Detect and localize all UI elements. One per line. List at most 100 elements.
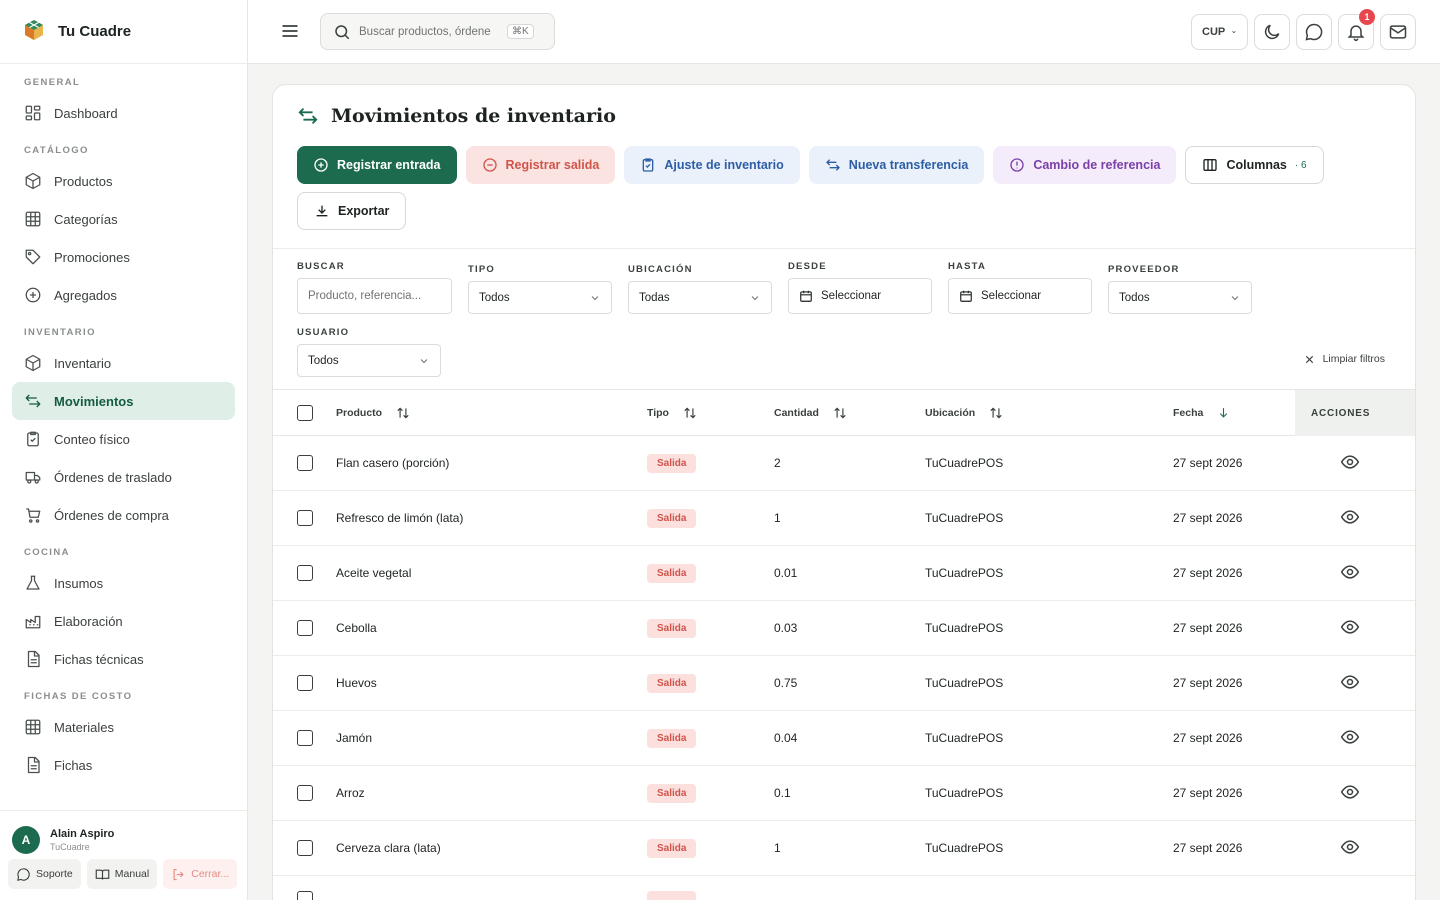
sidebar-item-ordenes-de-compra[interactable]: Órdenes de compra	[12, 496, 235, 534]
user-filter-select[interactable]: Todos	[297, 344, 441, 377]
brand[interactable]: Tu Cuadre	[0, 0, 247, 64]
chat-button[interactable]	[1296, 14, 1332, 50]
sidebar-item-inventario[interactable]: Inventario	[12, 344, 235, 382]
quantity-value: 0.1	[774, 786, 791, 800]
sidebar-item-agregados[interactable]: Agregados	[12, 276, 235, 314]
sidebar-item-label: Categorías	[54, 211, 118, 227]
product-column-header[interactable]: Producto	[336, 406, 410, 420]
sidebar-item-elaboracion[interactable]: Elaboración	[12, 602, 235, 640]
row-checkbox[interactable]	[297, 620, 313, 636]
menu-icon[interactable]	[280, 21, 300, 44]
new-transfer-label: Nueva transferencia	[848, 158, 969, 172]
sort-icon	[990, 407, 1002, 418]
quantity-column-header[interactable]: Cantidad	[774, 406, 847, 420]
sidebar-item-categorias[interactable]: Categorías	[12, 200, 235, 238]
export-button[interactable]: Exportar	[297, 192, 407, 230]
sidebar-item-ordenes-de-traslado[interactable]: Órdenes de traslado	[12, 458, 235, 496]
nav-section-fichas-de-costo: FICHAS DE COSTO	[24, 691, 133, 702]
register-entry-button[interactable]: Registrar entrada	[297, 146, 457, 184]
manual-label: Manual	[114, 868, 150, 880]
search-filter-placeholder: Producto, referencia...	[308, 290, 422, 302]
box-icon	[25, 172, 41, 190]
new-transfer-button[interactable]: Nueva transferencia	[808, 146, 985, 184]
columns-button[interactable]: Columnas · 6	[1185, 146, 1324, 184]
view-button[interactable]	[1340, 782, 1360, 805]
view-button[interactable]	[1340, 507, 1360, 530]
topbar: Buscar productos, órdene ⌘K CUP 1	[248, 0, 1440, 64]
row-checkbox[interactable]	[297, 455, 313, 471]
sidebar-item-label: Órdenes de traslado	[54, 469, 172, 485]
reference-change-button[interactable]: Cambio de referencia	[993, 146, 1177, 184]
table-row[interactable]: Jamón Salida 0.04 TuCuadrePOS 27 sept 20…	[273, 711, 1415, 766]
location-value: TuCuadrePOS	[925, 841, 1004, 855]
cart-icon	[26, 508, 41, 523]
global-search-input[interactable]: Buscar productos, órdene ⌘K	[320, 13, 555, 50]
row-checkbox[interactable]	[297, 891, 313, 900]
row-checkbox[interactable]	[297, 840, 313, 856]
table-row[interactable]: Refresco de limón (lata) Salida 1 TuCuad…	[273, 491, 1415, 546]
table-row[interactable]: Aceite vegetal Salida 0.01 TuCuadrePOS 2…	[273, 546, 1415, 601]
select-all-checkbox[interactable]	[297, 404, 313, 421]
row-checkbox[interactable]	[297, 565, 313, 581]
search-filter-input[interactable]: Producto, referencia...	[297, 278, 452, 314]
sidebar-item-productos[interactable]: Productos	[12, 162, 235, 200]
to-date-picker[interactable]: Seleccionar	[948, 278, 1092, 314]
messages-button[interactable]	[1380, 14, 1416, 50]
eye-icon	[1340, 454, 1360, 469]
table-row[interactable]: Cebolla Salida 0.03 TuCuadrePOS 27 sept …	[273, 601, 1415, 656]
row-checkbox[interactable]	[297, 730, 313, 746]
sidebar-item-dashboard[interactable]: Dashboard	[12, 94, 235, 132]
type-column-header[interactable]: Tipo	[647, 406, 697, 420]
table-row[interactable]: Arroz Salida 0.1 TuCuadrePOS 27 sept 202…	[273, 766, 1415, 821]
location-column-header[interactable]: Ubicación	[925, 406, 1003, 420]
sidebar-item-conteo-fisico[interactable]: Conteo físico	[12, 420, 235, 458]
location-value: TuCuadrePOS	[925, 621, 1004, 635]
sidebar-item-fichas[interactable]: Fichas	[12, 746, 235, 784]
manual-button[interactable]: Manual	[86, 859, 158, 889]
alert-circle-icon	[1010, 158, 1024, 172]
book-icon	[95, 869, 110, 880]
view-button[interactable]	[1340, 452, 1360, 475]
logout-button[interactable]: Cerrar...	[163, 859, 238, 889]
theme-toggle-button[interactable]	[1254, 14, 1290, 50]
row-checkbox[interactable]	[297, 785, 313, 801]
sidebar-item-promociones[interactable]: Promociones	[12, 238, 235, 276]
logout-label: Cerrar...	[191, 868, 230, 880]
notifications-button[interactable]: 1	[1338, 9, 1375, 50]
view-button[interactable]	[1340, 672, 1360, 695]
sidebar-item-insumos[interactable]: Insumos	[12, 564, 235, 602]
currency-select[interactable]: CUP	[1191, 14, 1248, 50]
supplier-filter-select[interactable]: Todos	[1108, 281, 1252, 314]
inventory-adjust-button[interactable]: Ajuste de inventario	[624, 146, 800, 184]
table-row[interactable]: Cerveza clara (lata) Salida 1 TuCuadrePO…	[273, 821, 1415, 876]
view-button[interactable]	[1340, 562, 1360, 585]
product-name: Jamón	[336, 731, 373, 745]
from-date-picker[interactable]: Seleccionar	[788, 278, 932, 314]
logo-icon	[22, 18, 46, 45]
view-button[interactable]	[1340, 837, 1360, 860]
eye-icon	[1340, 729, 1360, 744]
clear-filters-button[interactable]: Limpiar filtros	[1304, 353, 1385, 365]
user-profile[interactable]: A Alain Aspiro TuCuadre	[0, 811, 247, 859]
type-filter-select[interactable]: Todos	[468, 281, 612, 314]
row-checkbox[interactable]	[297, 510, 313, 526]
register-exit-button[interactable]: Registrar salida	[465, 146, 616, 184]
download-icon	[316, 205, 328, 217]
row-checkbox[interactable]	[297, 675, 313, 691]
support-button[interactable]: Soporte	[8, 859, 81, 889]
table-row[interactable]: Huevos Salida 0.75 TuCuadrePOS 27 sept 2…	[273, 656, 1415, 711]
chat-bubble-icon	[1305, 23, 1323, 41]
sidebar-item-materiales[interactable]: Materiales	[12, 708, 235, 746]
sidebar-item-movimientos[interactable]: Movimientos	[12, 382, 235, 420]
chat-icon	[17, 867, 30, 881]
view-button[interactable]	[1340, 617, 1360, 640]
table-row[interactable]: Flan casero (porción) Salida 2 TuCuadreP…	[273, 436, 1415, 491]
date-column-header[interactable]: Fecha	[1173, 406, 1230, 419]
date-value: 27 sept 2026	[1173, 676, 1243, 690]
view-button[interactable]	[1340, 727, 1360, 750]
location-value: TuCuadrePOS	[925, 676, 1004, 690]
location-filter-select[interactable]: Todas	[628, 281, 772, 314]
clipboard-icon	[27, 431, 39, 447]
sidebar-item-fichas-tecnicas[interactable]: Fichas técnicas	[12, 640, 235, 678]
transfer-icon	[25, 394, 41, 408]
